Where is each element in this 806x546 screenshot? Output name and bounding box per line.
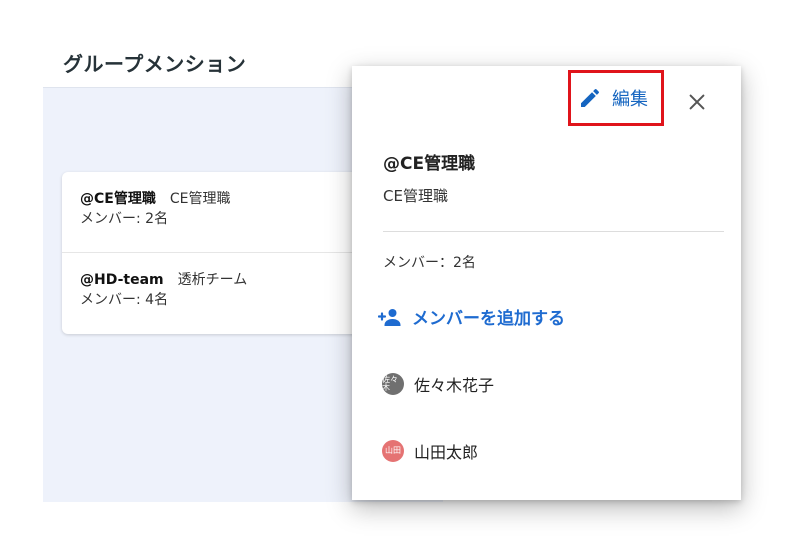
avatar-text: 佐々木 <box>382 375 398 392</box>
group-name: 透析チーム <box>177 272 248 288</box>
avatar: 佐々木 <box>382 373 404 395</box>
close-button[interactable] <box>683 88 711 116</box>
member-item[interactable]: 佐々木 佐々木花子 <box>382 372 494 396</box>
edit-label: 編集 <box>612 89 648 110</box>
pencil-icon <box>578 86 602 110</box>
add-member-button[interactable]: メンバーを追加する <box>378 304 565 329</box>
group-item-hd-team[interactable]: @HD-team 透析チーム メンバー: 4名 <box>62 252 402 332</box>
group-handle: @CE管理職 <box>80 191 156 207</box>
avatar-text: 山田 <box>385 446 401 455</box>
group-name: CE管理職 <box>383 187 448 205</box>
member-name: 佐々木花子 <box>414 376 495 395</box>
member-item[interactable]: 山田 山田太郎 <box>382 439 478 463</box>
group-name: CE管理職 <box>169 191 231 207</box>
member-name: 山田太郎 <box>414 443 479 462</box>
divider <box>383 231 724 232</box>
add-member-label: メンバーを追加する <box>412 309 565 329</box>
group-handle-title: @CE管理職 <box>383 154 476 174</box>
group-item-ce[interactable]: @CE管理職 CE管理職 メンバー: 2名 <box>62 172 402 252</box>
person-add-icon <box>378 305 402 329</box>
group-detail-panel: 編集 @CE管理職 CE管理職 メンバー：2名 メンバーを追加する 佐々木 佐々… <box>352 66 741 500</box>
group-list: @CE管理職 CE管理職 メンバー: 2名 @HD-team 透析チーム メンバー:… <box>62 172 402 334</box>
close-icon <box>683 91 711 113</box>
group-handle: @HD-team <box>80 272 164 288</box>
edit-button[interactable]: 編集 <box>574 82 652 114</box>
member-count: メンバー：2名 <box>383 255 476 271</box>
page-title: グループメンション <box>63 52 247 76</box>
avatar: 山田 <box>382 440 404 462</box>
